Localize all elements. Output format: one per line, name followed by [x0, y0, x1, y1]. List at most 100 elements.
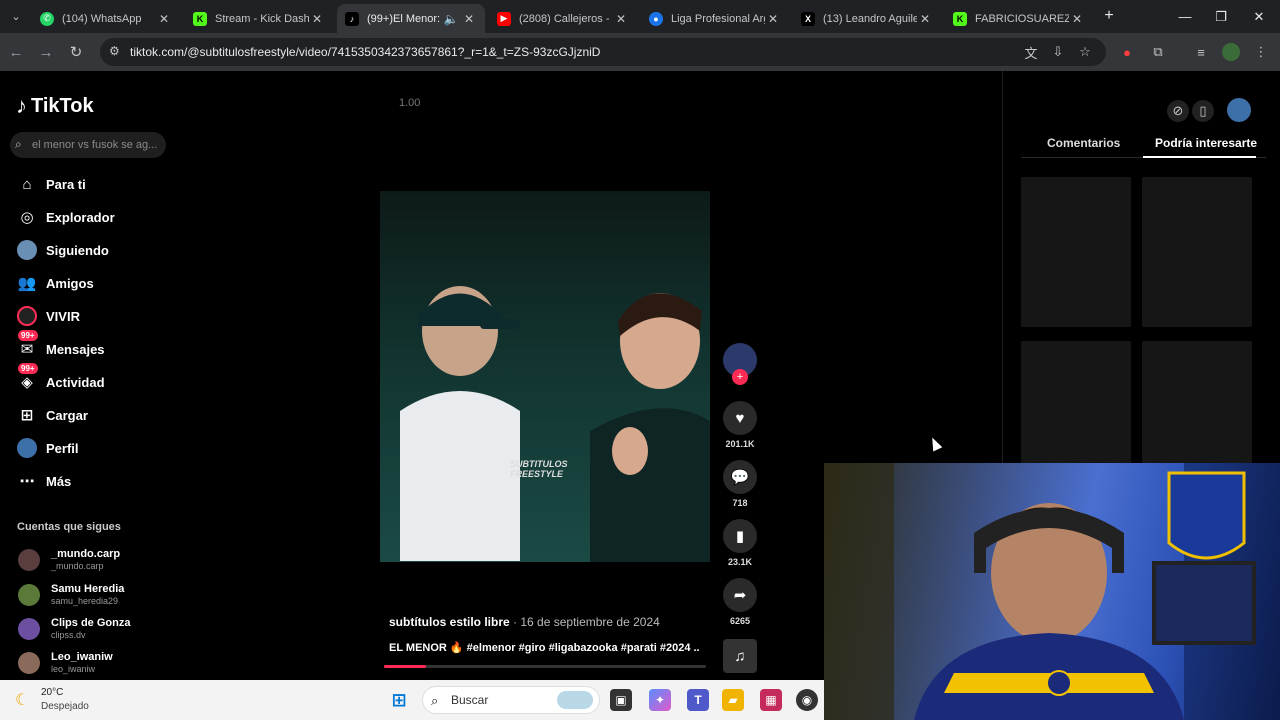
nav-item-cargar[interactable]: ⊞ Cargar [16, 402, 88, 428]
tab-label: Liga Profesional Arg [671, 12, 765, 25]
weather-temperature[interactable]: 20°C [41, 687, 63, 698]
playback-speed[interactable]: 1.00 [399, 97, 420, 109]
comment-count: 718 [732, 498, 748, 508]
forward-icon[interactable]: → [34, 40, 58, 64]
browser-tab-tiktok[interactable]: ♪ (99+)El Menor: El 🔈 ✕ [337, 4, 485, 33]
browser-tab-x[interactable]: X (13) Leandro Aguiler ✕ [793, 4, 941, 33]
nav-item-mensajes[interactable]: ✉ 99+ Mensajes [16, 330, 105, 362]
watermark-line: SUBTITULOS [510, 459, 568, 469]
kick-icon: K [193, 11, 207, 26]
moon-weather-icon[interactable]: ☾ [15, 690, 29, 710]
nav-item-para-ti[interactable]: ⌂ Para ti [16, 171, 86, 197]
save-count: 23.1K [727, 557, 753, 567]
music-disc-icon: ♫ [723, 639, 757, 673]
tab-close-icon[interactable]: ✕ [613, 12, 629, 26]
weather-condition[interactable]: Despejado [41, 701, 89, 712]
nav-item-explorador[interactable]: ◎ Explorador [16, 204, 114, 230]
nav-item-perfil[interactable]: Perfil [16, 435, 79, 461]
search-input[interactable]: ⌕ el menor vs fusok se ag... [10, 132, 166, 158]
speaker-icon[interactable]: 🔈 [441, 12, 461, 26]
suggested-video-tile[interactable] [1021, 177, 1131, 327]
tab-close-icon[interactable]: ✕ [461, 12, 477, 26]
caption-text[interactable]: EL MENOR 🔥 #elmenor #giro #ligabazooka #… [389, 641, 699, 654]
search-icon: ⌕ [431, 693, 439, 708]
file-explorer-icon[interactable]: ▰ [722, 689, 744, 711]
new-tab-button[interactable]: + [1097, 4, 1121, 28]
chrome-icon: ● [649, 11, 663, 26]
reload-icon[interactable]: ↻ [64, 40, 88, 64]
browser-tab-kick-dashboard[interactable]: K Stream - Kick Dashbo ✕ [185, 4, 333, 33]
browser-menu-icon[interactable]: ⋮ [1252, 43, 1270, 61]
comment-button[interactable]: 💬 718 [722, 460, 758, 508]
windows-taskbar: ☾ 20°C Despejado ⊞ ⌕ Buscar ▣ ✦ T ▰ ▦ ◉ [0, 680, 824, 720]
live-icon [16, 305, 38, 327]
browser-tab-kick-channel[interactable]: K FABRICIOSUAREZPD ✕ [945, 4, 1093, 33]
extension-record-icon[interactable]: ● [1118, 43, 1136, 61]
tab-label: (2808) Callejeros - P [519, 12, 613, 25]
creator-avatar-button[interactable]: + [722, 343, 758, 385]
save-button[interactable]: ▮ 23.1K [722, 519, 758, 567]
close-window-icon[interactable]: ✕ [1236, 0, 1280, 33]
profile-avatar-icon[interactable] [1227, 98, 1251, 122]
store-icon[interactable]: ▦ [760, 689, 782, 711]
notification-badge: 99+ [18, 330, 38, 341]
back-icon[interactable]: ← [4, 40, 28, 64]
translate-icon[interactable]: 文 [1022, 43, 1040, 61]
following-accounts-title: Cuentas que sigues [17, 521, 121, 533]
followed-account[interactable]: Leo_iwaniw leo_iwaniw [18, 648, 113, 678]
share-button[interactable]: ➦ 6265 [722, 578, 758, 626]
video-watermark: SUBTITULOS FREESTYLE [510, 459, 568, 479]
like-button[interactable]: ♥ 201.1K [722, 401, 758, 449]
extensions-icon[interactable]: ⧉ [1149, 43, 1167, 61]
tab-comentarios[interactable]: Comentarios [1047, 136, 1120, 150]
followed-account[interactable]: _mundo.carp _mundo.carp [18, 545, 120, 575]
windows-start-icon[interactable]: ⊞ [388, 689, 410, 711]
nav-item-amigos[interactable]: 👥 Amigos [16, 270, 94, 296]
upload-icon: ⊞ [20, 407, 34, 424]
video-player[interactable]: SUBTITULOS FREESTYLE [380, 191, 710, 562]
browser-tab-strip: ⌄ ✆ (104) WhatsApp ✕ K Stream - Kick Das… [0, 0, 1280, 33]
compass-icon[interactable]: ⊘ [1167, 100, 1189, 122]
followed-account[interactable]: Clips de Gonza clipss.dv [18, 614, 130, 644]
teams-icon[interactable]: T [687, 689, 709, 711]
video-progress-bar[interactable] [384, 665, 706, 668]
notification-badge: 99+ [18, 363, 38, 374]
nav-item-mas[interactable]: ⋯ Más [16, 468, 72, 494]
browser-tab-liga-profesional[interactable]: ● Liga Profesional Arg ✕ [641, 4, 789, 33]
address-bar[interactable]: ⚙ tiktok.com/@subtitulosfreestyle/video/… [100, 38, 1106, 66]
browser-tab-whatsapp[interactable]: ✆ (104) WhatsApp ✕ [32, 4, 180, 33]
followed-account[interactable]: Samu Heredia samu_heredia29 [18, 580, 124, 610]
install-app-icon[interactable]: ⇩ [1049, 43, 1067, 61]
profile-avatar-icon[interactable] [1222, 43, 1240, 61]
nav-item-vivir[interactable]: VIVIR [16, 303, 80, 329]
browser-tab-youtube[interactable]: ▶ (2808) Callejeros - P ✕ [489, 4, 637, 33]
tab-search-icon[interactable]: ⌄ [4, 4, 28, 28]
tab-close-icon[interactable]: ✕ [765, 12, 781, 26]
follow-plus-icon[interactable]: + [732, 369, 748, 385]
account-name: _mundo.carp [51, 548, 121, 560]
music-disc-button[interactable]: ♫ [722, 639, 758, 673]
account-name: Samu Heredia [51, 583, 125, 595]
site-info-icon[interactable]: ⚙ [109, 44, 120, 58]
tiktok-logo[interactable]: ♪ TikTok [16, 93, 94, 119]
caption-author[interactable]: subtítulos estilo libre · 16 de septiemb… [389, 615, 660, 629]
task-view-icon[interactable]: ▣ [610, 689, 632, 711]
media-control-icon[interactable]: ≡ [1192, 43, 1210, 61]
compass-icon: ◎ [20, 209, 34, 226]
bookmark-star-icon[interactable]: ☆ [1076, 43, 1094, 61]
tab-close-icon[interactable]: ✕ [917, 12, 933, 26]
tab-close-icon[interactable]: ✕ [156, 12, 172, 26]
taskbar-search[interactable]: ⌕ Buscar [422, 686, 600, 714]
avatar [18, 584, 40, 606]
watermark-line: FREESTYLE [510, 469, 564, 479]
nav-item-actividad[interactable]: ◈ 99+ Actividad [16, 363, 105, 395]
suggested-video-tile[interactable] [1142, 177, 1252, 327]
phone-icon[interactable]: ▯ [1192, 100, 1214, 122]
chrome-taskbar-icon[interactable]: ◉ [796, 689, 818, 711]
tab-podria-interesarte[interactable]: Podría interesarte [1155, 136, 1257, 150]
nav-label: Para ti [46, 176, 86, 192]
copilot-icon[interactable]: ✦ [649, 689, 671, 711]
nav-item-siguiendo[interactable]: Siguiendo [16, 237, 109, 263]
tab-close-icon[interactable]: ✕ [309, 12, 325, 26]
tab-close-icon[interactable]: ✕ [1069, 12, 1085, 26]
